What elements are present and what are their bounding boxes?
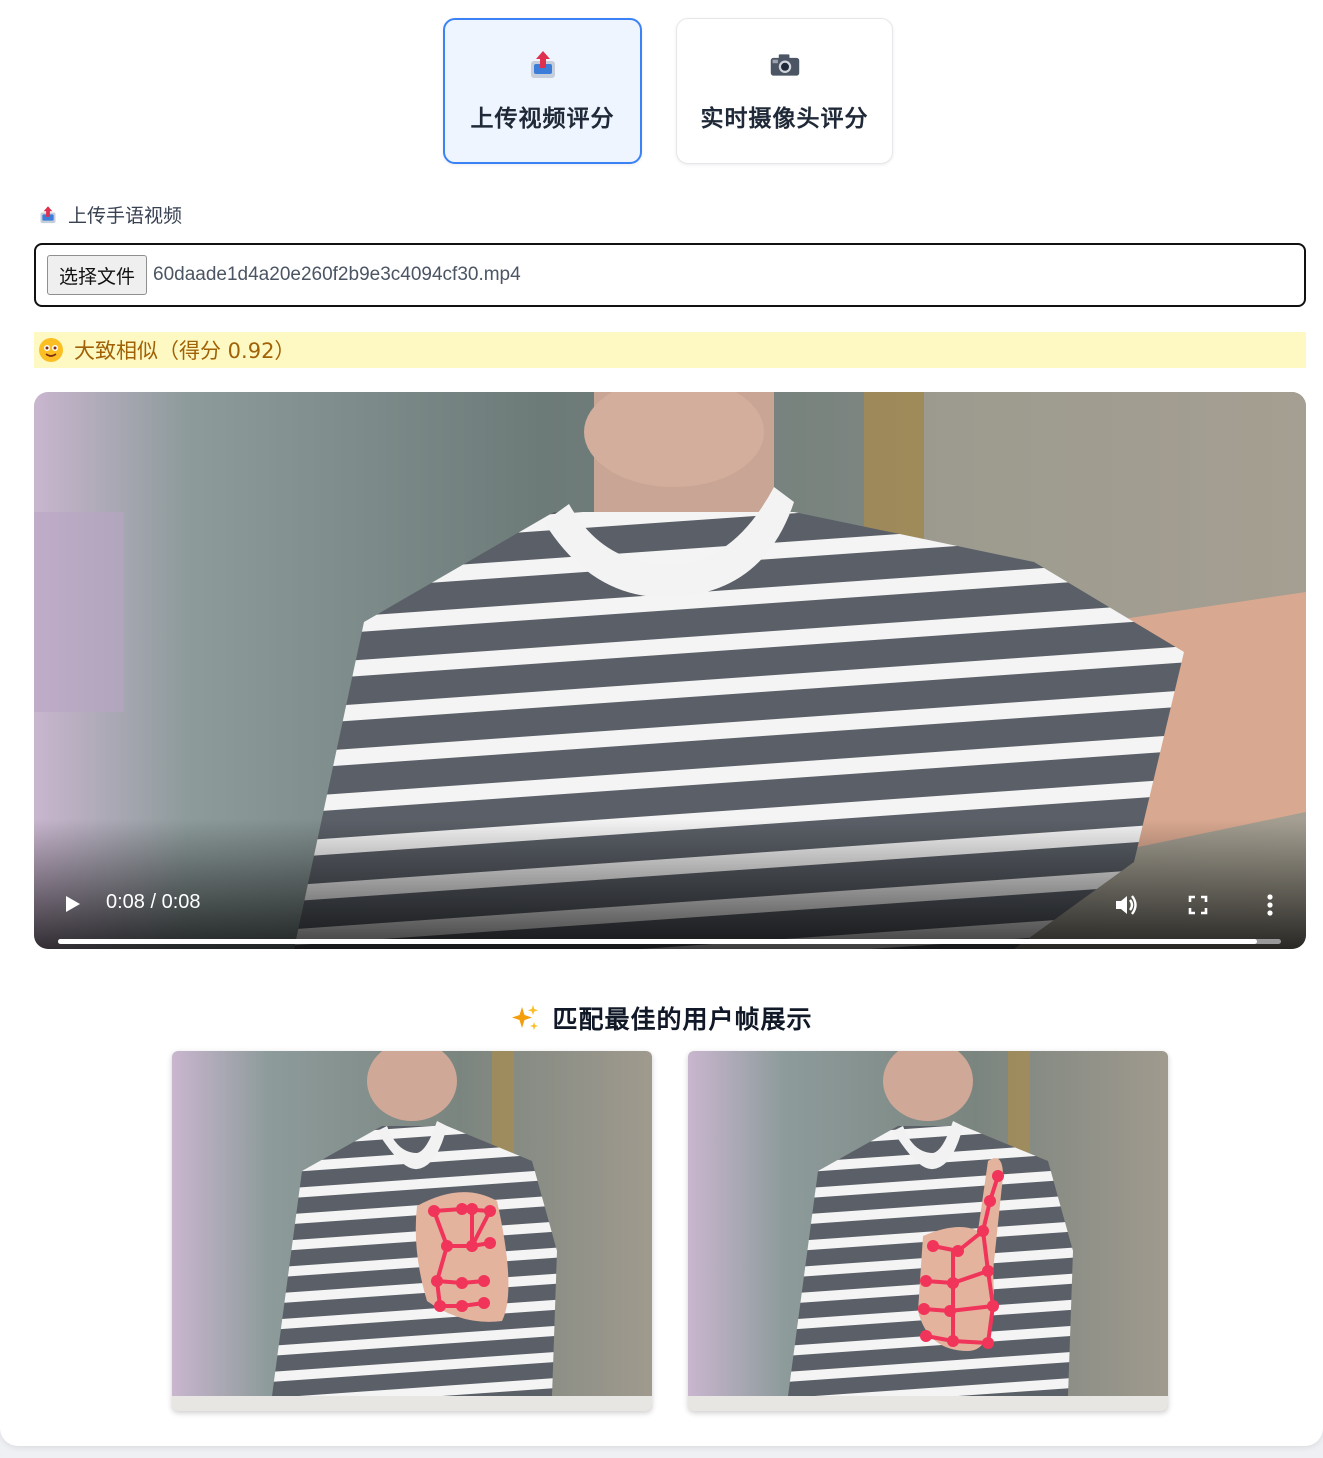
upload-video-mode-button[interactable]: 上传视频评分: [443, 18, 642, 164]
best-frame-image: [688, 1051, 1168, 1411]
mode-label: 实时摄像头评分: [700, 106, 869, 132]
choose-file-button[interactable]: 选择文件: [47, 255, 148, 295]
result-banner: 大致相似（得分 0.92）: [34, 332, 1306, 368]
best-frames-title: 匹配最佳的用户帧展示: [552, 1005, 813, 1034]
best-frame-image: [172, 1051, 652, 1411]
video-controls: 0:08 / 0:08: [34, 819, 1306, 949]
camera-icon: [770, 54, 799, 76]
file-input[interactable]: 选择文件 60daade1d4a20e260f2b9e3c4094cf30.mp…: [34, 243, 1306, 307]
best-frames-heading: 匹配最佳的用户帧展示: [0, 1000, 1323, 1036]
upload-tray-icon: [40, 205, 56, 223]
video-player[interactable]: 0:08 / 0:08: [34, 392, 1306, 949]
upload-tray-icon: [530, 51, 555, 78]
play-icon[interactable]: [60, 892, 84, 916]
mode-label: 上传视频评分: [470, 106, 615, 132]
video-progress-fill: [58, 939, 1257, 944]
result-text: 大致相似（得分 0.92）: [74, 339, 296, 363]
video-progress-bar[interactable]: [58, 939, 1281, 944]
more-options-icon[interactable]: [1256, 891, 1284, 919]
video-time: 0:08 / 0:08: [106, 891, 201, 913]
live-camera-mode-button[interactable]: 实时摄像头评分: [676, 18, 893, 164]
section-label-text: 上传手语视频: [68, 205, 183, 227]
main-card: 上传视频评分 实时摄像头评分 上传手语视频 选择文件 60daade1d4a20…: [0, 0, 1323, 1446]
slightly-smiling-face-icon: [39, 338, 63, 362]
fullscreen-icon[interactable]: [1184, 891, 1212, 919]
upload-section-label: 上传手语视频: [38, 201, 182, 228]
selected-file-name: 60daade1d4a20e260f2b9e3c4094cf30.mp4: [153, 264, 521, 285]
volume-icon[interactable]: [1112, 891, 1140, 919]
sparkles-icon: [512, 1005, 539, 1030]
